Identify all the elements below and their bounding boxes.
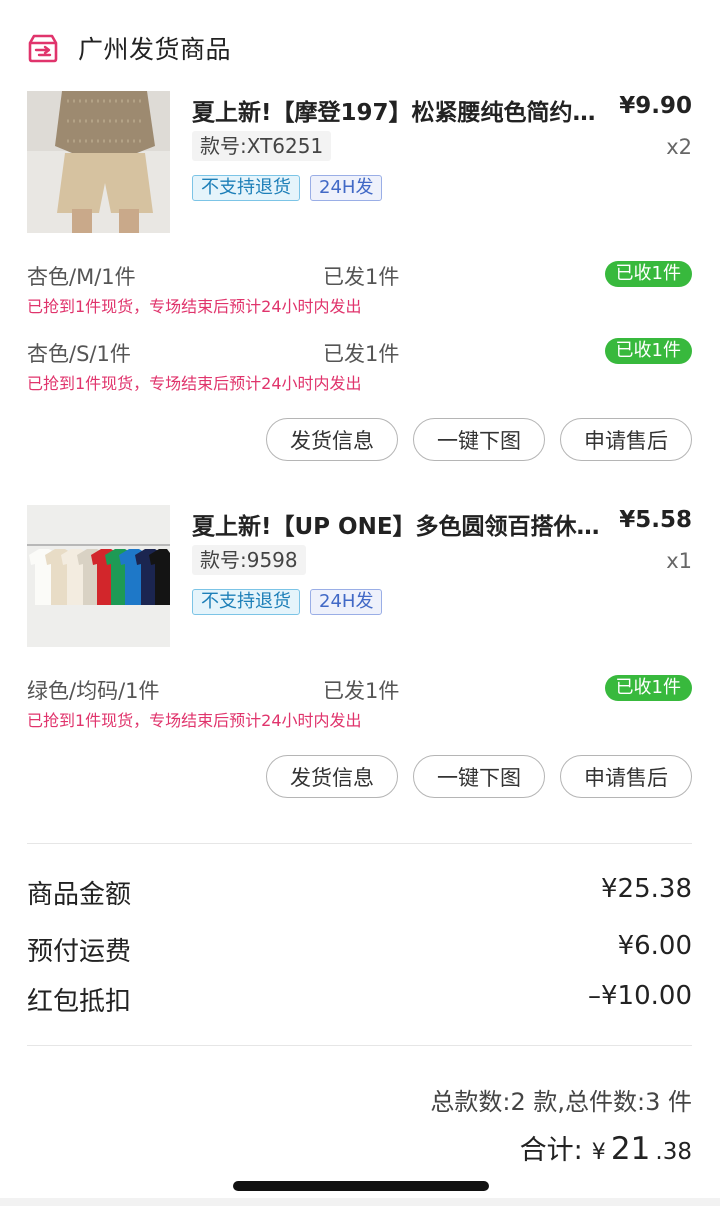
ship-24h-tag: 24H发	[310, 175, 383, 201]
product-quantity: x2	[666, 135, 692, 159]
after-sales-button[interactable]: 申请售后	[560, 755, 692, 798]
product-title[interactable]: 夏上新!【UP ONE】多色圆领百搭休…	[192, 507, 612, 541]
product-title[interactable]: 夏上新!【摩登197】松紧腰纯色简约…	[192, 93, 612, 127]
product-code: 款号:9598	[192, 545, 306, 575]
shipping-fee-label: 预付运费	[27, 937, 132, 967]
shipping-info-button[interactable]: 发货信息	[266, 418, 398, 461]
variant-row: 绿色/均码/1件 已发1件 已收1件 已抢到1件现货，专场结束后预计24小时内发…	[0, 675, 720, 735]
home-indicator[interactable]	[233, 1181, 489, 1191]
variant-note: 已抢到1件现货，专场结束后预计24小时内发出	[27, 711, 362, 730]
order-total: 合计: ¥ 21 .38	[520, 1128, 692, 1167]
total-integer: 21	[610, 1131, 651, 1167]
divider	[27, 1045, 692, 1046]
received-badge: 已收1件	[604, 261, 692, 287]
variant-spec: 杏色/M/1件	[27, 265, 136, 289]
section-title: 广州发货商品	[78, 35, 232, 64]
received-badge: 已收1件	[604, 675, 692, 701]
variant-row: 杏色/M/1件 已发1件 已收1件 已抢到1件现货，专场结束后预计24小时内发出	[0, 261, 720, 321]
variant-shipped: 已发1件	[323, 265, 400, 289]
variant-note: 已抢到1件现货，专场结束后预计24小时内发出	[27, 297, 362, 316]
product-thumbnail[interactable]	[27, 505, 170, 647]
coupon-deduction-label: 红包抵扣	[27, 987, 132, 1017]
shipment-box-icon	[28, 34, 58, 63]
no-return-tag: 不支持退货	[192, 175, 300, 201]
coupon-deduction-row: 红包抵扣 –¥10.00	[27, 981, 692, 1017]
variant-shipped: 已发1件	[323, 342, 400, 366]
goods-amount-label: 商品金额	[27, 880, 132, 910]
coupon-deduction-value: –¥10.00	[588, 981, 692, 1011]
section-header: 广州发货商品	[26, 28, 231, 68]
bottom-strip	[0, 1198, 720, 1206]
product-tags: 不支持退货 24H发	[192, 589, 392, 615]
shipping-fee-row: 预付运费 ¥6.00	[27, 931, 692, 967]
variant-spec: 绿色/均码/1件	[27, 679, 160, 703]
variant-spec: 杏色/S/1件	[27, 342, 131, 366]
variant-shipped: 已发1件	[323, 679, 400, 703]
product-price: ¥9.90	[619, 93, 692, 119]
item-counts: 总款数:2 款,总件数:3 件	[430, 1088, 692, 1116]
goods-amount-row: 商品金额 ¥25.38	[27, 874, 692, 910]
variant-note: 已抢到1件现货，专场结束后预计24小时内发出	[27, 374, 362, 393]
total-currency: ¥	[591, 1140, 606, 1165]
total-decimal: .38	[655, 1139, 692, 1165]
product-actions: 发货信息 一键下图 申请售后	[251, 755, 692, 798]
divider	[27, 843, 692, 844]
product-thumbnail[interactable]	[27, 91, 170, 233]
product-tags: 不支持退货 24H发	[192, 175, 392, 201]
product-actions: 发货信息 一键下图 申请售后	[251, 418, 692, 461]
product-code: 款号:XT6251	[192, 131, 332, 161]
product-card: 夏上新!【UP ONE】多色圆领百搭休… ¥5.58 款号:9598 x1 不支…	[0, 505, 720, 805]
no-return-tag: 不支持退货	[192, 589, 300, 615]
goods-amount-value: ¥25.38	[601, 874, 692, 904]
shipping-fee-value: ¥6.00	[617, 931, 692, 961]
received-badge: 已收1件	[604, 338, 692, 364]
product-price: ¥5.58	[619, 507, 692, 533]
download-images-button[interactable]: 一键下图	[413, 418, 545, 461]
shipping-info-button[interactable]: 发货信息	[266, 755, 398, 798]
product-card: 夏上新!【摩登197】松紧腰纯色简约… ¥9.90 款号:XT6251 x2 不…	[0, 91, 720, 471]
total-label: 合计:	[519, 1135, 583, 1166]
download-images-button[interactable]: 一键下图	[413, 755, 545, 798]
variant-row: 杏色/S/1件 已发1件 已收1件 已抢到1件现货，专场结束后预计24小时内发出	[0, 338, 720, 398]
after-sales-button[interactable]: 申请售后	[560, 418, 692, 461]
ship-24h-tag: 24H发	[310, 589, 383, 615]
product-quantity: x1	[666, 549, 692, 573]
